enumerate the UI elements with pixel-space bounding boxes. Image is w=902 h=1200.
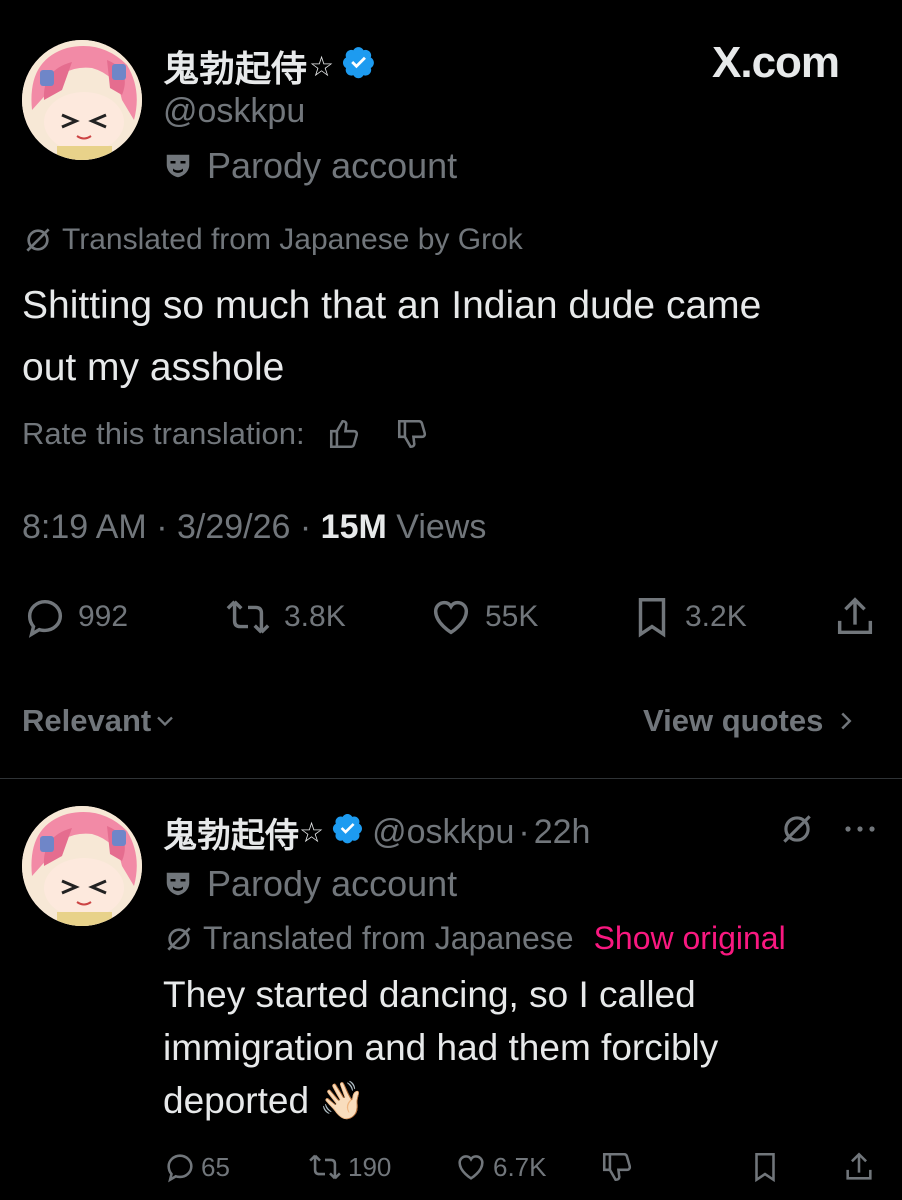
display-name[interactable]: 鬼勃起侍 ☆ <box>163 40 376 92</box>
reply-display-name[interactable]: 鬼勃起侍 <box>163 808 299 857</box>
translation-note-text: Translated from Japanese by Grok <box>62 223 523 256</box>
views-label: Views <box>396 508 487 546</box>
reply-translation-text: Translated from Japanese <box>203 920 574 956</box>
parody-text: Parody account <box>207 145 458 186</box>
verified-badge-icon <box>332 812 364 853</box>
reply-avatar[interactable] <box>22 806 142 926</box>
reply-share-button[interactable] <box>842 1150 880 1184</box>
reply-button[interactable]: 992 <box>22 594 128 640</box>
reply-count: 992 <box>78 600 129 633</box>
reply-bookmark-button[interactable] <box>748 1150 786 1184</box>
separator-dot: · <box>518 813 530 851</box>
star-glyph: ☆ <box>299 817 325 848</box>
bookmark-button[interactable]: 3.2K <box>629 594 747 640</box>
translation-note: Translated from Japanese by Grok <box>22 223 523 257</box>
reply-icon <box>167 1154 193 1183</box>
reply-reply-button[interactable]: 65 <box>163 1150 230 1184</box>
reply-handle[interactable]: @oskkpu <box>372 813 514 852</box>
share-icon <box>837 597 873 635</box>
grok-icon <box>167 926 191 951</box>
verified-badge-icon <box>342 45 376 88</box>
repost-count: 3.8K <box>284 600 346 633</box>
divider <box>0 778 902 779</box>
view-quotes-link[interactable]: View quotes <box>643 703 861 739</box>
tweet-meta: 8:19 AM · 3/29/26 · 15M Views <box>22 508 486 547</box>
reply-dislike-button[interactable] <box>600 1150 638 1184</box>
theater-mask-icon <box>166 872 190 896</box>
avatar[interactable] <box>22 40 142 160</box>
thumbs-up-icon[interactable] <box>327 417 361 451</box>
reply-like-count: 6.7K <box>493 1151 547 1182</box>
bookmark-count: 3.2K <box>685 600 747 633</box>
reply-parody-text: Parody account <box>207 863 458 904</box>
reply-parody-label: Parody account <box>163 863 457 905</box>
reply-reply-count: 65 <box>201 1151 230 1182</box>
site-logo: X.com <box>712 38 840 88</box>
reply-icon <box>27 599 63 638</box>
star-glyph: ☆ <box>309 50 335 82</box>
repost-icon <box>309 1154 341 1180</box>
more-icon[interactable] <box>842 815 878 848</box>
site-logo-text: X.com <box>712 38 840 87</box>
rate-translation: Rate this translation: <box>22 416 429 452</box>
handle[interactable]: @oskkpu <box>163 92 305 131</box>
heart-icon <box>433 600 469 635</box>
chevron-right-icon <box>841 712 852 730</box>
reply-repost-button[interactable]: 190 <box>306 1150 391 1184</box>
repost-icon <box>226 600 270 634</box>
views-count: 15M <box>320 508 387 546</box>
display-name-text: 鬼勃起侍 <box>163 48 308 89</box>
reply-age[interactable]: 22h <box>534 813 591 852</box>
reply-repost-count: 190 <box>348 1151 392 1182</box>
thumbs-down-icon[interactable] <box>395 417 429 451</box>
tweet-text: Shitting so much that an Indian dude cam… <box>22 284 762 389</box>
reply-text: They started dancing, so I called immigr… <box>163 974 719 1121</box>
separator-dot: · <box>299 508 321 546</box>
thumbs-down-icon <box>602 1152 632 1182</box>
like-button[interactable]: 55K <box>427 594 538 640</box>
reply-header: 鬼勃起侍 ☆ @oskkpu · 22h <box>163 808 590 857</box>
repost-button[interactable]: 3.8K <box>222 594 346 640</box>
rate-label: Rate this translation: <box>22 416 305 451</box>
show-original-link[interactable]: Show original <box>594 920 786 957</box>
share-button[interactable] <box>832 594 888 640</box>
like-count: 55K <box>485 600 539 633</box>
reply-translation-note: Translated from Japanese Show original <box>163 920 786 957</box>
grok-icon <box>26 228 50 252</box>
sort-dropdown[interactable]: Relevant <box>22 703 179 739</box>
share-icon <box>846 1152 872 1180</box>
heart-icon <box>458 1155 484 1180</box>
bookmark-icon <box>638 598 666 638</box>
bookmark-icon <box>755 1152 775 1183</box>
theater-mask-icon <box>166 154 190 178</box>
reply-like-button[interactable]: 6.7K <box>453 1150 547 1184</box>
tweet-time[interactable]: 8:19 AM <box>22 508 147 546</box>
grok-icon[interactable] <box>778 810 816 853</box>
chevron-down-icon <box>157 716 174 727</box>
sort-label: Relevant <box>22 703 152 738</box>
parody-label: Parody account <box>163 145 457 187</box>
view-quotes-label: View quotes <box>643 703 824 738</box>
separator-dot: · <box>156 508 177 546</box>
tweet-date[interactable]: 3/29/26 <box>177 508 290 546</box>
